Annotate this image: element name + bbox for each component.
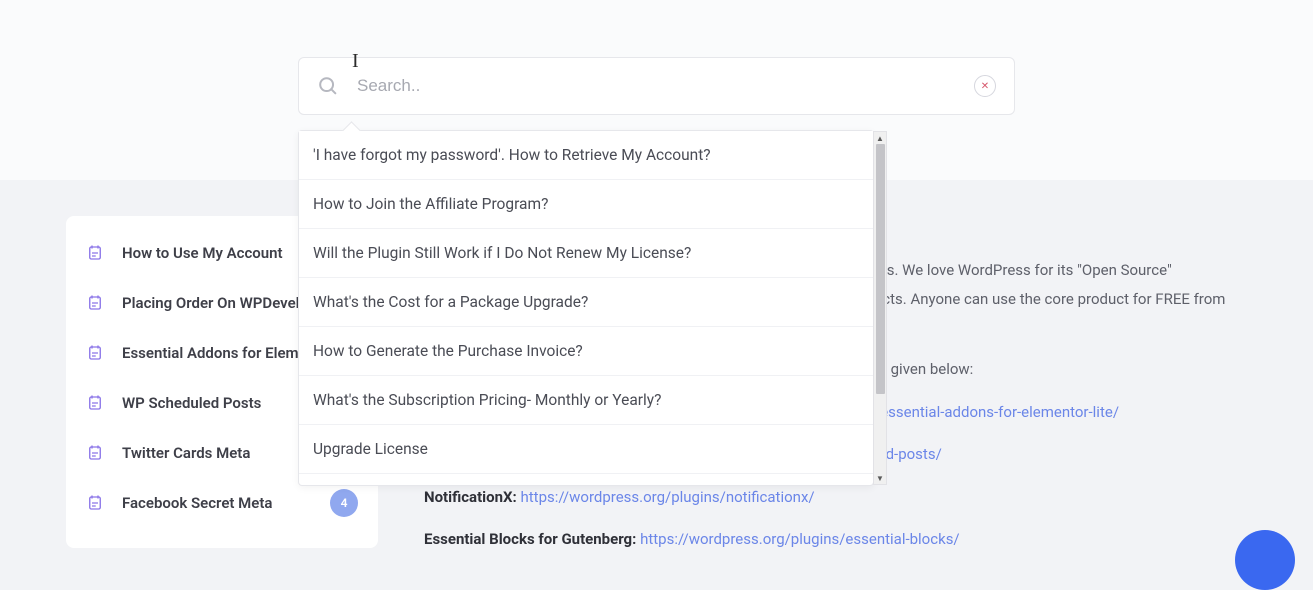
content-text: ucts. Anyone can use the core product fo… [874, 290, 1225, 308]
doc-icon [86, 244, 104, 262]
search-suggestions-dropdown: 'I have forgot my password'. How to Retr… [298, 130, 874, 486]
search-input[interactable] [357, 76, 974, 96]
product-link[interactable]: https://wordpress.org/plugins/notificati… [521, 488, 815, 506]
doc-icon [86, 294, 104, 312]
product-name: NotificationX: [424, 488, 517, 506]
suggestion-item[interactable]: How to Join the Affiliate Program? [299, 180, 873, 229]
suggestion-item[interactable]: Upgrade License [299, 425, 873, 474]
sidebar-item-label: Twitter Cards Meta [122, 444, 250, 462]
close-icon: ✕ [981, 81, 989, 92]
doc-icon [86, 394, 104, 412]
product-name: Essential Blocks for Gutenberg: [424, 530, 636, 548]
scroll-down-icon[interactable]: ▼ [874, 472, 886, 484]
count-badge: 4 [330, 489, 358, 517]
suggestion-item[interactable]: Will the Plugin Still Work if I Do Not R… [299, 229, 873, 278]
sidebar-item-label: Essential Addons for Elem [122, 344, 299, 362]
sidebar-item-label: Facebook Secret Meta [122, 494, 272, 512]
suggestion-item[interactable]: What's the Cost for a Package Upgrade? [299, 278, 873, 327]
scrollbar[interactable]: ▲ ▼ [873, 131, 887, 485]
scroll-up-icon[interactable]: ▲ [874, 132, 886, 144]
doc-icon [86, 444, 104, 462]
content-text: cts. We love WordPress for its "Open Sou… [874, 261, 1172, 279]
doc-icon [86, 494, 104, 512]
suggestion-item[interactable]: How to Generate the Purchase Invoice? [299, 327, 873, 376]
content-text: re given below: [874, 360, 973, 378]
search-bar: ✕ [298, 57, 1015, 115]
clear-search-button[interactable]: ✕ [974, 75, 996, 97]
suggestion-item[interactable]: What's the Subscription Pricing- Monthly… [299, 376, 873, 425]
doc-icon [86, 344, 104, 362]
scroll-thumb[interactable] [876, 144, 885, 394]
sidebar-item-label: WP Scheduled Posts [122, 394, 261, 412]
search-icon [317, 75, 339, 97]
sidebar-item-label: How to Use My Account [122, 244, 283, 262]
product-link[interactable]: /essential-addons-for-elementor-lite/ [874, 403, 1119, 421]
product-link[interactable]: https://wordpress.org/plugins/essential-… [640, 530, 960, 548]
suggestion-item[interactable]: 'I have forgot my password'. How to Retr… [299, 131, 873, 180]
sidebar-item-label: Placing Order On WPDevel [122, 294, 300, 312]
